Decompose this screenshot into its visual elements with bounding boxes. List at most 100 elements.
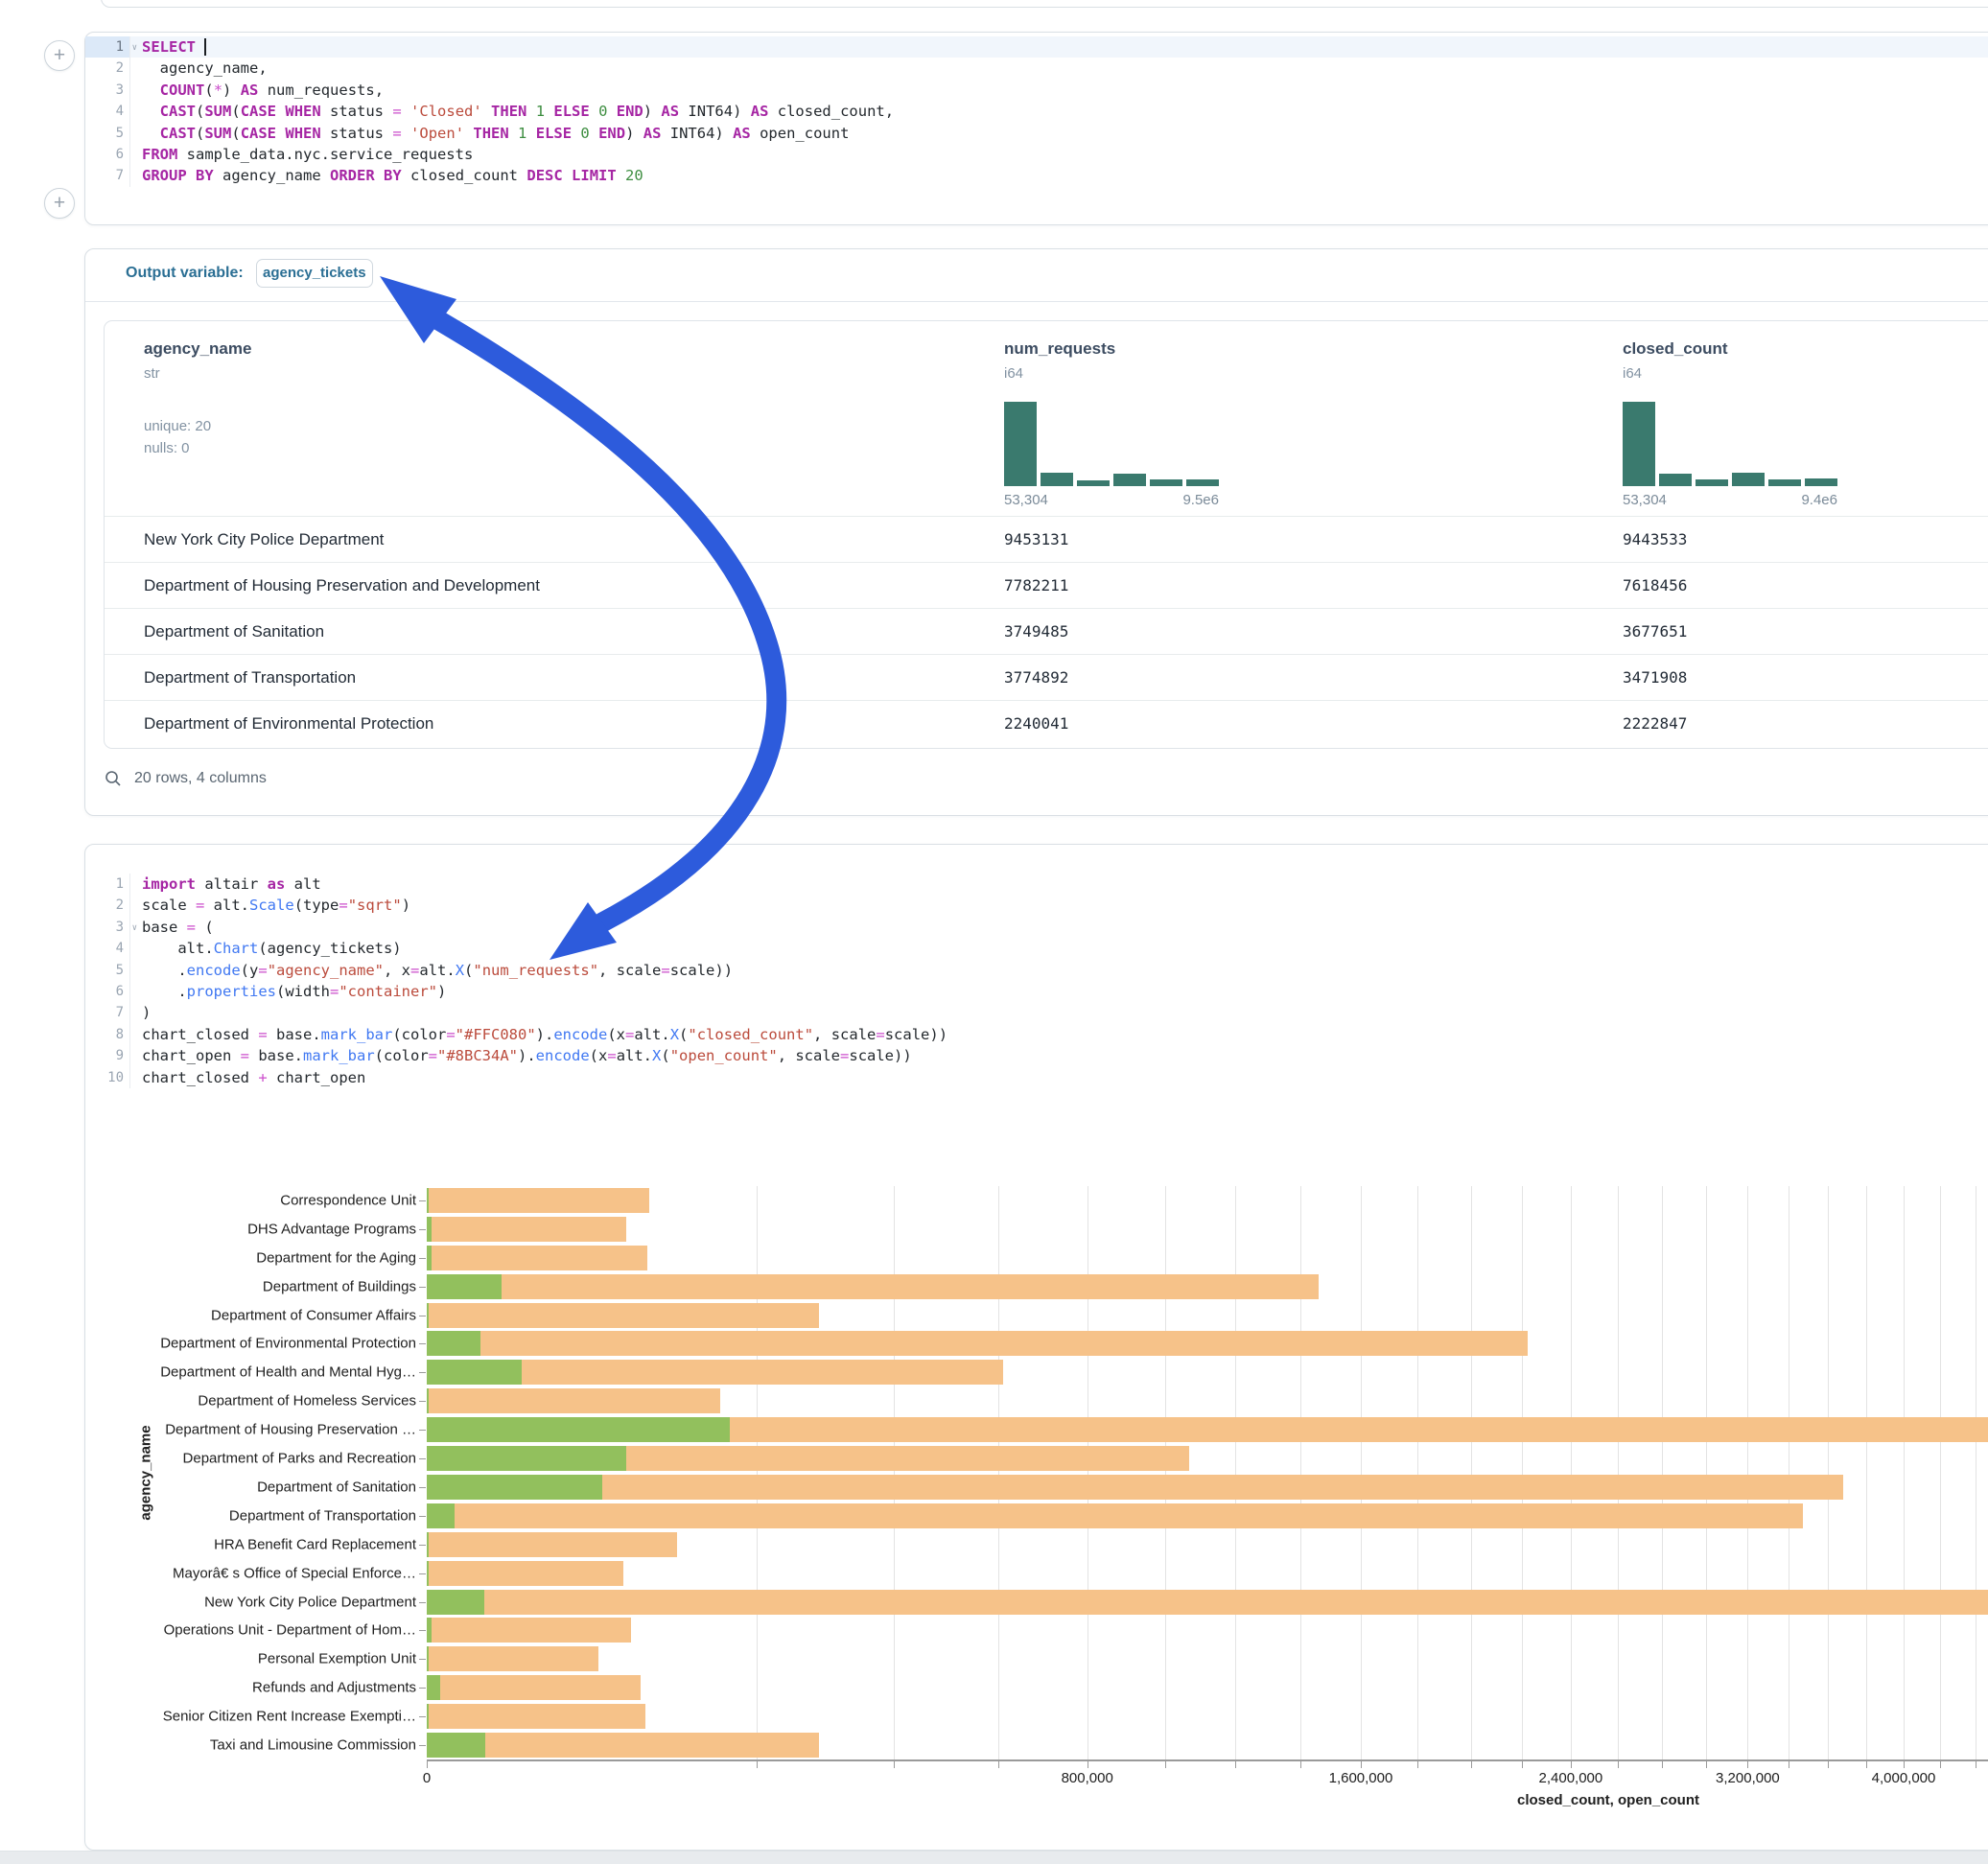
previous-cell-fragment: [101, 0, 1988, 8]
code-text: CAST(SUM(CASE WHEN status = 'Closed' THE…: [129, 101, 1988, 122]
column-histogram: [1623, 402, 1837, 486]
code-line[interactable]: 4 CAST(SUM(CASE WHEN status = 'Closed' T…: [85, 101, 1988, 122]
sql-code-editor[interactable]: 1∨SELECT 2 agency_name,3 COUNT(*) AS num…: [85, 33, 1988, 187]
code-text: import altair as alt: [129, 874, 1988, 895]
code-line[interactable]: 3∨base = (: [85, 917, 1988, 938]
line-number: 4: [85, 938, 129, 959]
histogram-bar: [1696, 479, 1728, 486]
cell-value: 7782211: [1004, 563, 1068, 609]
code-text: base = (: [129, 917, 1988, 938]
code-line[interactable]: 4 alt.Chart(agency_tickets): [85, 938, 1988, 959]
table-row: Department of Transportation 3774892 34719…: [105, 654, 1988, 701]
code-line[interactable]: 7GROUP BY agency_name ORDER BY closed_co…: [85, 165, 1988, 186]
code-line[interactable]: 1∨SELECT: [85, 36, 1988, 58]
histogram-bar: [1041, 473, 1073, 486]
code-line[interactable]: 5 .encode(y="agency_name", x=alt.X("num_…: [85, 960, 1988, 981]
cell-value: 3471908: [1623, 655, 1687, 701]
column-header-num_requests[interactable]: num_requestsi6453,3049.5e6: [1004, 321, 1115, 382]
code-text: chart_closed + chart_open: [129, 1067, 1988, 1088]
code-line[interactable]: 7): [85, 1002, 1988, 1023]
add-cell-button-middle[interactable]: +: [44, 188, 75, 219]
code-text: chart_closed = base.mark_bar(color="#FFC…: [129, 1024, 1988, 1045]
code-text: agency_name,: [129, 58, 1988, 79]
column-type: str: [144, 365, 251, 382]
collapse-chevron-icon[interactable]: ∨: [132, 37, 137, 58]
output-variable-bar: Output variable: agency_tickets: [85, 249, 1988, 302]
code-line[interactable]: 2scale = alt.Scale(type="sqrt"): [85, 895, 1988, 916]
column-stat: unique: 20: [144, 418, 251, 434]
line-number: 4: [85, 101, 129, 122]
output-variable-label: Output variable:: [126, 265, 244, 282]
collapse-chevron-icon[interactable]: ∨: [132, 918, 137, 939]
code-line[interactable]: 5 CAST(SUM(CASE WHEN status = 'Open' THE…: [85, 123, 1988, 144]
histogram-bar: [1623, 402, 1655, 486]
cell-value: 9453131: [1004, 517, 1068, 563]
code-line[interactable]: 8chart_closed = base.mark_bar(color="#FF…: [85, 1024, 1988, 1045]
histogram-bar: [1150, 479, 1182, 486]
column-type: i64: [1004, 365, 1115, 382]
cell-value: 3749485: [1004, 609, 1068, 655]
code-line[interactable]: 9chart_open = base.mark_bar(color="#8BC3…: [85, 1045, 1988, 1066]
code-line[interactable]: 6 .properties(width="container"): [85, 981, 1988, 1002]
line-number: 6: [85, 981, 129, 1002]
code-text: FROM sample_data.nyc.service_requests: [129, 144, 1988, 165]
notebook-page: + + 1∨SELECT 2 agency_name,3 COUNT(*) AS…: [0, 0, 1988, 1864]
line-number: 2: [85, 58, 129, 79]
cell-value: 3774892: [1004, 655, 1068, 701]
column-header-closed_count[interactable]: closed_counti6453,3049.4e6: [1623, 321, 1728, 382]
line-number: 3: [85, 80, 129, 101]
histogram-bar: [1077, 480, 1110, 486]
table-row: Department of Housing Preservation and D…: [105, 562, 1988, 609]
code-text: SELECT: [129, 36, 1988, 58]
line-number: 8: [85, 1024, 129, 1045]
code-text: CAST(SUM(CASE WHEN status = 'Open' THEN …: [129, 123, 1988, 144]
column-histogram: [1004, 402, 1219, 486]
code-text: scale = alt.Scale(type="sqrt"): [129, 895, 1988, 916]
table-row: Department of Sanitation 3749485 3677651: [105, 608, 1988, 655]
cell-value: 3677651: [1623, 609, 1687, 655]
code-text: chart_open = base.mark_bar(color="#8BC34…: [129, 1045, 1988, 1066]
code-line[interactable]: 10chart_closed + chart_open: [85, 1067, 1988, 1088]
line-number: 1∨: [85, 36, 129, 58]
code-line[interactable]: 1import altair as alt: [85, 874, 1988, 895]
text-cursor: [204, 38, 206, 56]
line-number: 3∨: [85, 917, 129, 938]
python-code-editor[interactable]: 1import altair as alt2scale = alt.Scale(…: [85, 845, 1988, 1088]
code-line[interactable]: 3 COUNT(*) AS num_requests,: [85, 80, 1988, 101]
column-name[interactable]: num_requests: [1004, 339, 1115, 359]
code-text: ): [129, 1002, 1988, 1023]
code-text: GROUP BY agency_name ORDER BY closed_cou…: [129, 165, 1988, 186]
code-line[interactable]: 6FROM sample_data.nyc.service_requests: [85, 144, 1988, 165]
histogram-bar: [1113, 474, 1146, 486]
cell-value: 2222847: [1623, 701, 1687, 747]
histogram-bar: [1186, 479, 1219, 486]
sql-output-cell: Output variable: agency_tickets agency_n…: [84, 248, 1988, 816]
histogram-bar: [1659, 474, 1692, 486]
line-number: 7: [85, 1002, 129, 1023]
cell-agency-name: Department of Sanitation: [144, 609, 324, 655]
histogram-bar: [1004, 402, 1037, 486]
search-icon[interactable]: [104, 769, 123, 788]
table-row: Department of Environmental Protection 22…: [105, 700, 1988, 747]
histogram-bar: [1805, 478, 1837, 486]
cell-agency-name: New York City Police Department: [144, 517, 384, 563]
line-number: 5: [85, 123, 129, 144]
line-number: 10: [85, 1067, 129, 1088]
histogram-range-labels: 53,3049.5e6: [1004, 492, 1219, 508]
line-number: 1: [85, 874, 129, 895]
cell-value: 2240041: [1004, 701, 1068, 747]
cell-agency-name: Department of Environmental Protection: [144, 701, 433, 747]
line-number: 9: [85, 1045, 129, 1066]
code-line[interactable]: 2 agency_name,: [85, 58, 1988, 79]
line-number: 2: [85, 895, 129, 916]
cell-agency-name: Department of Transportation: [144, 655, 356, 701]
histogram-bar: [1732, 473, 1765, 486]
column-name[interactable]: closed_count: [1623, 339, 1728, 359]
add-cell-button-top[interactable]: +: [44, 40, 75, 71]
page-bottom-strip: [0, 1851, 1988, 1864]
output-variable-chip[interactable]: agency_tickets: [256, 259, 373, 288]
column-name[interactable]: agency_name: [144, 339, 251, 359]
histogram-bar: [1768, 479, 1801, 486]
column-header-agency_name[interactable]: agency_namestrunique: 20nulls: 0: [144, 321, 251, 456]
cell-agency-name: Department of Housing Preservation and D…: [144, 563, 540, 609]
